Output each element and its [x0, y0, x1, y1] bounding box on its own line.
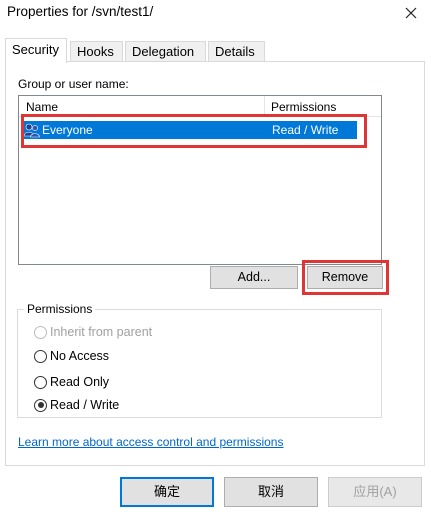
column-header-name[interactable]: Name	[26, 100, 58, 114]
radio-label[interactable]: No Access	[50, 349, 109, 363]
radio-label[interactable]: Read Only	[50, 375, 109, 389]
row-name: Everyone	[42, 123, 93, 137]
radio-label[interactable]: Read / Write	[50, 398, 119, 412]
learn-more-link[interactable]: Learn more about access control and perm…	[18, 435, 283, 449]
security-panel: Group or user name: Name Permissions Eve…	[5, 61, 425, 466]
radio-button[interactable]	[34, 349, 47, 363]
list-header: Name Permissions	[19, 96, 381, 117]
permissions-groupbox: Permissions Inherit from parent No Acces…	[17, 302, 382, 418]
cancel-button[interactable]: 取消	[224, 477, 318, 507]
window-title: Properties for /svn/test1/	[7, 4, 154, 19]
column-divider[interactable]	[264, 96, 265, 117]
tab-security[interactable]: Security	[5, 38, 67, 63]
radio-button[interactable]	[34, 375, 47, 389]
apply-button[interactable]: 应用(A)	[328, 477, 422, 507]
tab-details[interactable]: Details	[208, 41, 265, 62]
radio-no-access[interactable]: No Access	[34, 348, 109, 364]
tab-delegation[interactable]: Delegation	[125, 41, 206, 62]
ok-button[interactable]: 确定	[120, 477, 214, 507]
close-button[interactable]	[391, 0, 431, 26]
radio-read-write[interactable]: Read / Write	[34, 397, 119, 413]
remove-button[interactable]: Remove	[307, 266, 383, 289]
add-button[interactable]: Add...	[210, 266, 298, 289]
properties-dialog: Properties for /svn/test1/ Security Hook…	[0, 0, 431, 515]
radio-inherit-from-parent: Inherit from parent	[34, 324, 152, 340]
column-header-permissions[interactable]: Permissions	[271, 100, 336, 114]
users-group-icon	[23, 122, 41, 138]
radio-read-only[interactable]: Read Only	[34, 374, 109, 390]
list-row-everyone[interactable]: Everyone Read / Write	[21, 121, 357, 139]
title-bar: Properties for /svn/test1/	[0, 0, 431, 30]
radio-button[interactable]	[34, 398, 47, 412]
user-list[interactable]: Name Permissions Everyone Read / Write	[18, 95, 382, 265]
radio-label: Inherit from parent	[50, 325, 153, 339]
radio-button	[34, 325, 47, 339]
tab-hooks[interactable]: Hooks	[70, 41, 123, 62]
permissions-legend: Permissions	[24, 302, 96, 316]
close-icon	[405, 7, 417, 19]
row-permissions: Read / Write	[272, 123, 339, 137]
group-user-label: Group or user name:	[18, 77, 129, 91]
